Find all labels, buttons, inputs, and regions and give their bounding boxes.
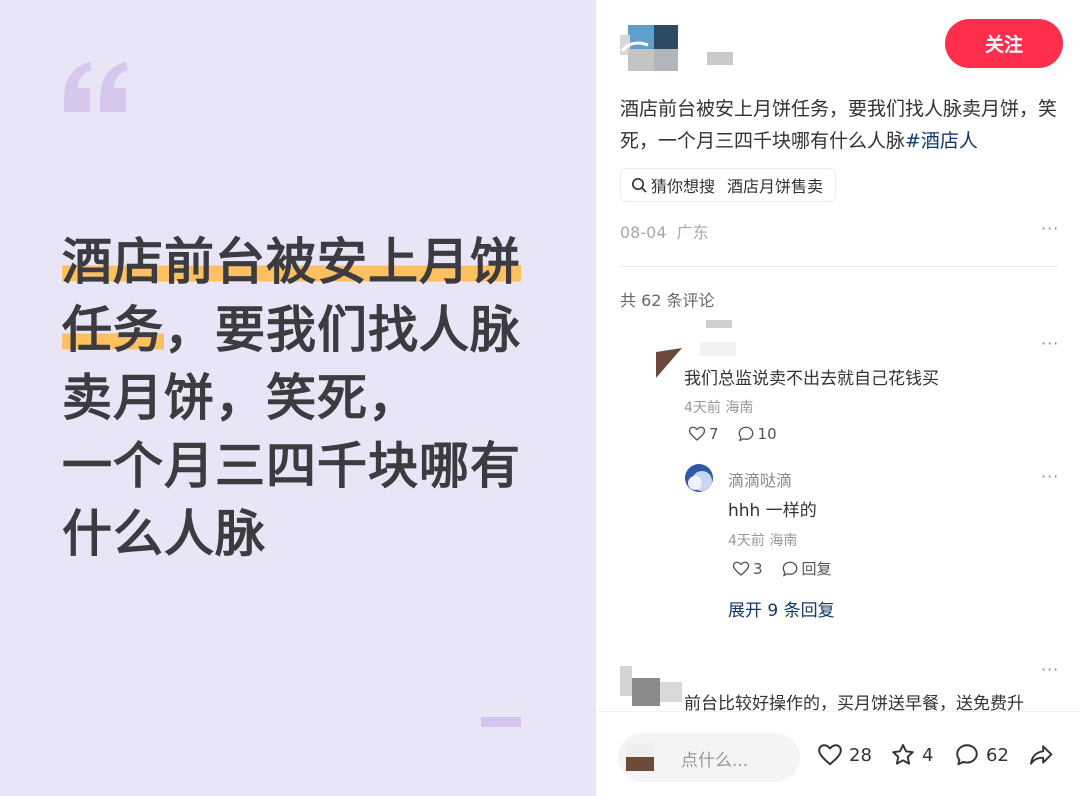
reply-text: hhh 一样的 bbox=[728, 501, 817, 521]
comment-actions: 7 10 bbox=[688, 425, 795, 443]
hashtag-link[interactable]: #酒店人 bbox=[905, 130, 978, 152]
comment-button[interactable]: 62 bbox=[954, 742, 1009, 768]
decorative-bar bbox=[481, 717, 521, 727]
post-detail-panel: 关注 酒店前台被安上月饼任务，要我们找人脉卖月饼，笑死，一个月三四千块哪有什么人… bbox=[596, 0, 1080, 796]
search-icon bbox=[631, 177, 647, 193]
commenter-avatar[interactable] bbox=[620, 660, 684, 710]
reply-avatar[interactable] bbox=[684, 463, 714, 493]
heart-icon bbox=[688, 426, 706, 441]
comment-more-icon[interactable]: ··· bbox=[1041, 334, 1059, 353]
comment-location: 海南 bbox=[725, 400, 754, 416]
reply-more-icon[interactable]: ··· bbox=[1041, 467, 1059, 486]
reply-reply-label: 回复 bbox=[801, 560, 832, 578]
like-button[interactable]: 28 bbox=[817, 742, 872, 768]
post-image-card[interactable]: 酒店前台被安上月饼 任务，要我们找人脉 卖月饼，笑死， 一个月三四千块哪有 什么… bbox=[0, 0, 596, 796]
expand-replies-link[interactable]: 展开 9 条回复 bbox=[728, 596, 835, 621]
reply-username[interactable]: 滴滴哒滴 bbox=[728, 467, 792, 491]
collect-button[interactable]: 4 bbox=[890, 742, 933, 768]
reply-meta: 4天前 海南 bbox=[728, 530, 797, 550]
comment-total: 62 bbox=[986, 744, 1009, 766]
comment-bubble-icon bbox=[738, 426, 753, 442]
heart-icon bbox=[818, 744, 842, 766]
comment-input-placeholder: 点什么... bbox=[681, 751, 749, 771]
quote-line-2: 任务，要我们找人脉 bbox=[62, 301, 521, 359]
post-more-icon[interactable]: ··· bbox=[1041, 219, 1059, 238]
author-avatar[interactable] bbox=[620, 25, 678, 71]
comment-meta: 4天前 海南 bbox=[684, 397, 753, 417]
share-button[interactable] bbox=[1028, 742, 1060, 768]
comment-bubble-icon bbox=[956, 744, 978, 766]
comment-reply-button[interactable]: 10 bbox=[737, 425, 777, 443]
image-quote-text: 酒店前台被安上月饼 任务，要我们找人脉 卖月饼，笑死， 一个月三四千块哪有 什么… bbox=[62, 228, 582, 568]
post-body: 酒店前台被安上月饼任务，要我们找人脉卖月饼，笑死，一个月三四千块哪有什么人脉#酒… bbox=[620, 93, 1070, 157]
quote-mark-icon bbox=[64, 62, 128, 112]
comment-more-icon[interactable]: ··· bbox=[1041, 660, 1059, 679]
comment-text: 我们总监说卖不出去就自己花钱买 bbox=[684, 369, 939, 389]
divider bbox=[620, 266, 1058, 267]
collect-count: 4 bbox=[922, 744, 934, 766]
reply-like-button[interactable]: 3 bbox=[732, 560, 763, 578]
search-chip-query: 酒店月饼售卖 bbox=[727, 177, 824, 196]
search-chip-label: 猜你想搜 bbox=[651, 177, 716, 196]
comment-count: 共 62 条评论 bbox=[620, 291, 715, 310]
star-icon bbox=[892, 744, 914, 765]
comment-like-button[interactable]: 7 bbox=[688, 425, 719, 443]
post-meta: 08-04 广东 bbox=[620, 219, 709, 243]
author-name-redacted[interactable] bbox=[707, 52, 733, 65]
quote-line-1: 酒店前台被安上月饼 bbox=[62, 233, 521, 291]
comment-reply-count: 10 bbox=[757, 425, 777, 443]
follow-button[interactable]: 关注 bbox=[945, 19, 1063, 68]
comment-time: 4天前 bbox=[684, 400, 721, 416]
bottom-action-bar: 点什么... 28 4 62 bbox=[596, 711, 1080, 796]
reply-like-count: 3 bbox=[753, 559, 763, 578]
reply-actions: 3 回复 bbox=[732, 558, 850, 579]
reply-time: 4天前 bbox=[728, 533, 765, 549]
reply-reply-button[interactable]: 回复 bbox=[781, 558, 832, 579]
suggested-search-chip[interactable]: 猜你想搜 酒店月饼售卖 bbox=[620, 168, 837, 202]
comment-like-count: 7 bbox=[709, 425, 719, 443]
quote-line-3: 卖月饼，笑死， bbox=[62, 369, 419, 427]
post-location: 广东 bbox=[676, 223, 709, 242]
quote-line-4: 一个月三四千块哪有 bbox=[62, 437, 521, 495]
post-text: 酒店前台被安上月饼任务，要我们找人脉卖月饼，笑死，一个月三四千块哪有什么人脉 bbox=[620, 98, 1058, 152]
quote-line-5: 什么人脉 bbox=[62, 505, 266, 563]
heart-icon bbox=[732, 561, 750, 576]
post-date: 08-04 bbox=[620, 223, 667, 242]
like-count: 28 bbox=[849, 744, 872, 766]
share-icon bbox=[1030, 745, 1053, 765]
comment-bubble-icon bbox=[782, 561, 797, 577]
comment-input[interactable]: 点什么... bbox=[618, 733, 800, 782]
reply-location: 海南 bbox=[769, 533, 798, 549]
my-avatar bbox=[626, 743, 654, 771]
